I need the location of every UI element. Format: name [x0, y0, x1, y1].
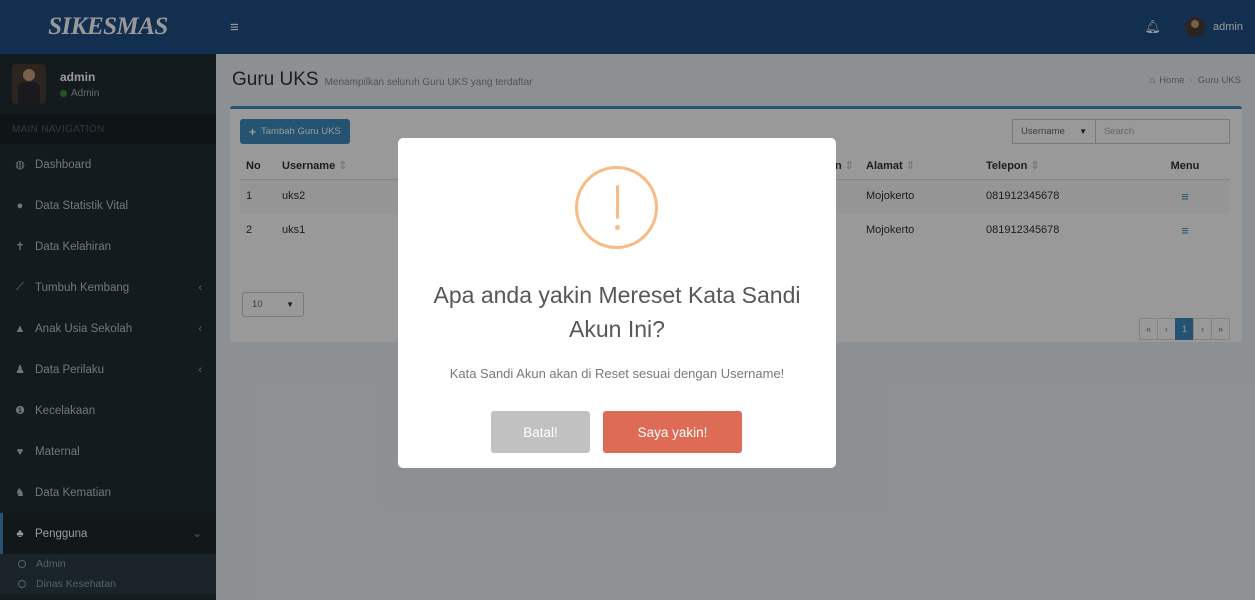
confirm-dialog: Apa anda yakin Mereset Kata Sandi Akun I…: [398, 138, 836, 468]
dialog-title: Apa anda yakin Mereset Kata Sandi Akun I…: [433, 282, 801, 342]
cancel-button[interactable]: Batal!: [491, 411, 590, 453]
warning-icon: [575, 166, 658, 249]
dialog-message: Kata Sandi Akun akan di Reset sesuai den…: [449, 366, 785, 381]
confirm-button[interactable]: Saya yakin!: [603, 411, 742, 453]
